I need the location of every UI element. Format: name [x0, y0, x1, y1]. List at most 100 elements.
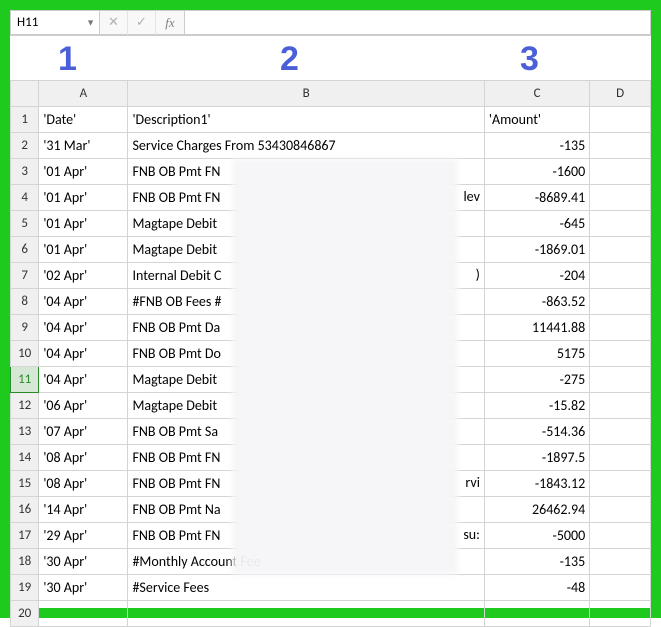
cell[interactable]: '07 Apr' [39, 419, 128, 445]
cell[interactable]: '04 Apr' [39, 341, 128, 367]
cell[interactable]: FNB OB Pmt Da [128, 315, 484, 341]
cell[interactable]: FNB OB Pmt FNrvi [128, 471, 484, 497]
cell[interactable]: 5175 [484, 341, 589, 367]
cell[interactable]: 'Date' [39, 107, 128, 133]
cell[interactable]: 11441.88 [484, 315, 589, 341]
cell[interactable]: -135 [484, 549, 589, 575]
cell[interactable]: -645 [484, 211, 589, 237]
cell[interactable] [590, 419, 651, 445]
cell[interactable] [590, 133, 651, 159]
row-header[interactable]: 20 [11, 601, 39, 627]
row-header[interactable]: 19 [11, 575, 39, 601]
row-header[interactable]: 18 [11, 549, 39, 575]
cell[interactable] [590, 341, 651, 367]
cell[interactable] [590, 601, 651, 627]
row-header[interactable]: 3 [11, 159, 39, 185]
cell[interactable]: '02 Apr' [39, 263, 128, 289]
cell[interactable] [128, 601, 484, 627]
cell[interactable] [590, 471, 651, 497]
cell[interactable]: '04 Apr' [39, 315, 128, 341]
cell[interactable]: '08 Apr' [39, 445, 128, 471]
row-header[interactable]: 13 [11, 419, 39, 445]
name-box[interactable]: H11 ▼ [10, 10, 100, 35]
cell[interactable] [590, 497, 651, 523]
cancel-icon[interactable]: ✕ [100, 11, 128, 35]
cell[interactable]: -48 [484, 575, 589, 601]
cell[interactable]: Magtape Debit [128, 367, 484, 393]
col-header-D[interactable]: D [590, 81, 651, 107]
cell[interactable]: '31 Mar' [39, 133, 128, 159]
cell[interactable] [590, 575, 651, 601]
cell[interactable]: 26462.94 [484, 497, 589, 523]
col-header-C[interactable]: C [484, 81, 589, 107]
name-box-dropdown-icon[interactable]: ▼ [86, 17, 95, 28]
cell[interactable]: -1843.12 [484, 471, 589, 497]
cell[interactable]: Magtape Debit [128, 211, 484, 237]
cell[interactable]: -204 [484, 263, 589, 289]
cell[interactable]: FNB OB Pmt Na [128, 497, 484, 523]
cell[interactable] [39, 601, 128, 627]
cell[interactable]: '29 Apr' [39, 523, 128, 549]
cell[interactable]: '01 Apr' [39, 211, 128, 237]
confirm-icon[interactable]: ✓ [128, 11, 156, 35]
row-header[interactable]: 8 [11, 289, 39, 315]
cell[interactable] [590, 393, 651, 419]
cell[interactable]: -1897.5 [484, 445, 589, 471]
cell[interactable]: -1869.01 [484, 237, 589, 263]
row-header[interactable]: 2 [11, 133, 39, 159]
row-header[interactable]: 17 [11, 523, 39, 549]
row-header[interactable]: 10 [11, 341, 39, 367]
cell[interactable] [590, 237, 651, 263]
cell[interactable]: -1600 [484, 159, 589, 185]
cell[interactable]: -514.36 [484, 419, 589, 445]
col-header-A[interactable]: A [39, 81, 128, 107]
cell[interactable]: '04 Apr' [39, 289, 128, 315]
cell[interactable]: 'Description1' [128, 107, 484, 133]
row-header[interactable]: 16 [11, 497, 39, 523]
row-header[interactable]: 1 [11, 107, 39, 133]
cell[interactable]: -135 [484, 133, 589, 159]
cell[interactable] [590, 185, 651, 211]
cell[interactable]: #Monthly Account Fee [128, 549, 484, 575]
cell[interactable] [590, 445, 651, 471]
cell[interactable] [590, 211, 651, 237]
cell[interactable] [590, 549, 651, 575]
cell[interactable]: Internal Debit C) [128, 263, 484, 289]
cell[interactable]: -8689.41 [484, 185, 589, 211]
row-header[interactable]: 12 [11, 393, 39, 419]
cell[interactable]: '04 Apr' [39, 367, 128, 393]
col-header-B[interactable]: B [128, 81, 484, 107]
row-header[interactable]: 5 [11, 211, 39, 237]
cell[interactable]: '08 Apr' [39, 471, 128, 497]
row-header[interactable]: 15 [11, 471, 39, 497]
formula-input[interactable] [185, 10, 651, 35]
cell[interactable]: FNB OB Pmt FN [128, 445, 484, 471]
cell[interactable]: '30 Apr' [39, 575, 128, 601]
cell[interactable]: -863.52 [484, 289, 589, 315]
cell[interactable]: Magtape Debit [128, 237, 484, 263]
row-header[interactable]: 9 [11, 315, 39, 341]
cell[interactable]: -15.82 [484, 393, 589, 419]
select-all-corner[interactable] [11, 81, 39, 107]
cell[interactable]: '06 Apr' [39, 393, 128, 419]
cell[interactable]: FNB OB Pmt FNlev [128, 185, 484, 211]
cell[interactable] [590, 263, 651, 289]
cell[interactable] [590, 315, 651, 341]
cell[interactable]: 'Amount' [484, 107, 589, 133]
cell[interactable]: #FNB OB Fees # [128, 289, 484, 315]
row-header[interactable]: 6 [11, 237, 39, 263]
cell[interactable]: FNB OB Pmt FN [128, 159, 484, 185]
cell[interactable]: #Service Fees [128, 575, 484, 601]
cell[interactable]: '01 Apr' [39, 237, 128, 263]
cell[interactable] [590, 523, 651, 549]
row-header[interactable]: 4 [11, 185, 39, 211]
spreadsheet-grid[interactable]: A B C D 1'Date''Description1''Amount'2'3… [10, 80, 651, 627]
cell[interactable]: -275 [484, 367, 589, 393]
cell[interactable]: FNB OB Pmt Sa [128, 419, 484, 445]
cell[interactable]: '14 Apr' [39, 497, 128, 523]
fx-icon[interactable]: fx [156, 11, 184, 35]
cell[interactable]: '30 Apr' [39, 549, 128, 575]
row-header[interactable]: 11 [11, 367, 39, 393]
cell[interactable]: '01 Apr' [39, 159, 128, 185]
cell[interactable]: FNB OB Pmt Do [128, 341, 484, 367]
